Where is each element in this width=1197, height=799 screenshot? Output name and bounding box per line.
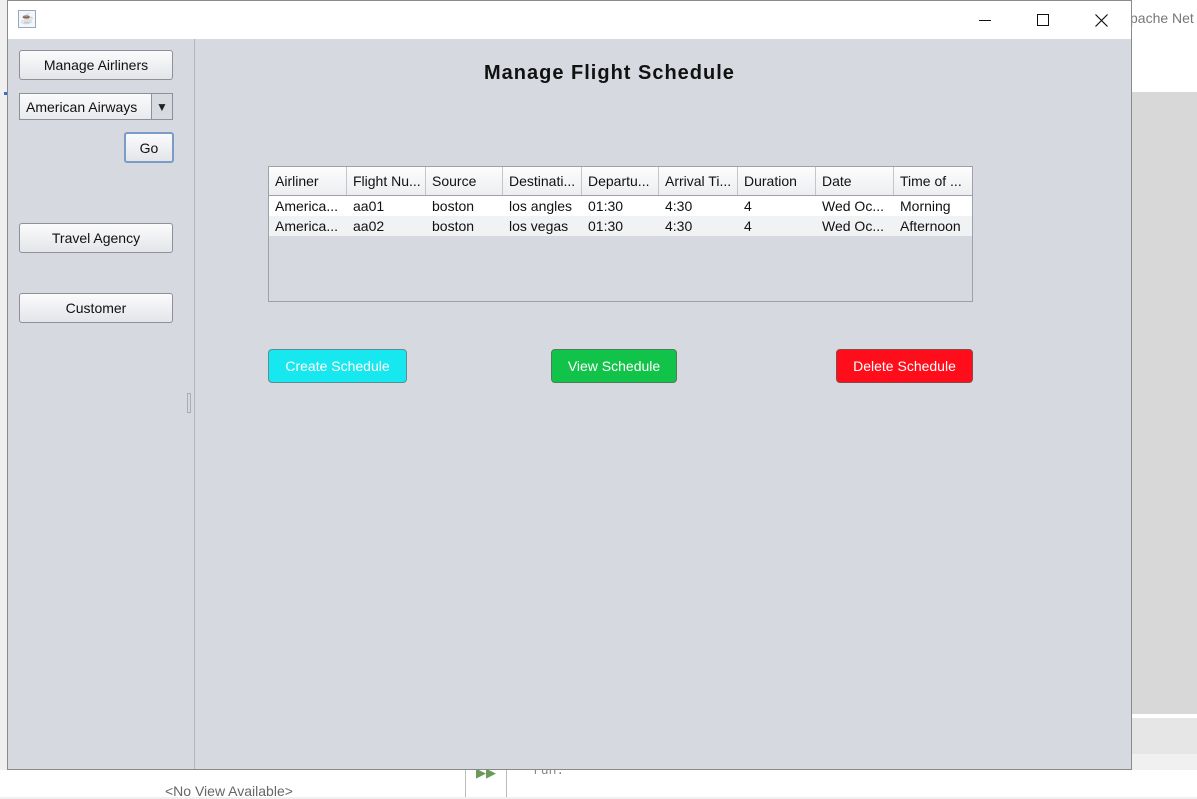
column-header[interactable]: Airliner — [269, 167, 347, 195]
table-cell: 01:30 — [588, 198, 624, 214]
column-header[interactable]: Time of ... — [894, 167, 972, 195]
manage-airliners-button[interactable]: Manage Airliners — [19, 50, 173, 80]
page-title: Manage Flight Schedule — [484, 62, 735, 84]
table-cell: America... — [275, 218, 339, 234]
view-schedule-button[interactable]: View Schedule — [551, 349, 677, 383]
table-cell: los angles — [509, 198, 573, 214]
column-header[interactable]: Flight Nu... — [347, 167, 426, 195]
table-cell: Morning — [900, 198, 951, 214]
table-cell: Wed Oc... — [822, 198, 884, 214]
maximize-button[interactable] — [1014, 1, 1072, 39]
splitter-grip-icon[interactable] — [187, 393, 191, 413]
table-cell: 4:30 — [665, 218, 693, 234]
airline-select-value: American Airways — [26, 99, 138, 115]
chevron-down-icon[interactable]: ▼ — [151, 94, 172, 119]
table-row[interactable]: America... aa02 boston los vegas 01:30 4… — [269, 216, 972, 236]
column-header[interactable]: Duration — [738, 167, 816, 195]
table-cell: 4:30 — [665, 198, 693, 214]
airline-select[interactable]: American Airways ▼ — [19, 93, 173, 120]
column-header[interactable]: Departu... — [582, 167, 659, 195]
table-cell: 01:30 — [588, 218, 624, 234]
close-icon — [1094, 13, 1108, 27]
table-header: Airliner Flight Nu... Source Destinati..… — [269, 167, 972, 196]
table-cell: boston — [432, 198, 475, 214]
table-cell: 4 — [744, 218, 752, 234]
app-window: ☕ Manage Airliners American Airways ▼ Go… — [7, 0, 1132, 770]
table-cell: los vegas — [509, 218, 569, 234]
create-schedule-button[interactable]: Create Schedule — [268, 349, 407, 383]
table-cell: aa01 — [353, 198, 385, 214]
delete-schedule-button[interactable]: Delete Schedule — [836, 349, 973, 383]
table-row[interactable]: America... aa01 boston los angles 01:30 … — [269, 196, 972, 216]
ide-title-fragment: pache Net — [1130, 10, 1194, 26]
table-cell: Wed Oc... — [822, 218, 884, 234]
table-cell: boston — [432, 218, 475, 234]
ide-divider-left — [465, 770, 466, 797]
table-cell: 4 — [744, 198, 752, 214]
column-header[interactable]: Arrival Ti... — [659, 167, 738, 195]
flight-schedule-table[interactable]: Airliner Flight Nu... Source Destinati..… — [268, 166, 973, 302]
table-cell: aa02 — [353, 218, 385, 234]
minimize-icon — [979, 19, 991, 21]
minimize-button[interactable] — [956, 1, 1014, 39]
table-cell: Afternoon — [900, 218, 961, 234]
title-bar: ☕ — [8, 1, 1131, 39]
column-header[interactable]: Destinati... — [503, 167, 582, 195]
close-button[interactable] — [1072, 1, 1130, 39]
ide-divider-right — [506, 770, 507, 797]
travel-agency-button[interactable]: Travel Agency — [19, 223, 173, 253]
table-cell: America... — [275, 198, 339, 214]
ide-background-panel — [1132, 92, 1197, 714]
customer-button[interactable]: Customer — [19, 293, 173, 323]
maximize-icon — [1037, 14, 1049, 26]
java-icon: ☕ — [18, 10, 36, 28]
ide-panel-strip — [1132, 718, 1197, 754]
column-header[interactable]: Date — [816, 167, 894, 195]
column-header[interactable]: Source — [426, 167, 503, 195]
go-button[interactable]: Go — [124, 132, 174, 163]
